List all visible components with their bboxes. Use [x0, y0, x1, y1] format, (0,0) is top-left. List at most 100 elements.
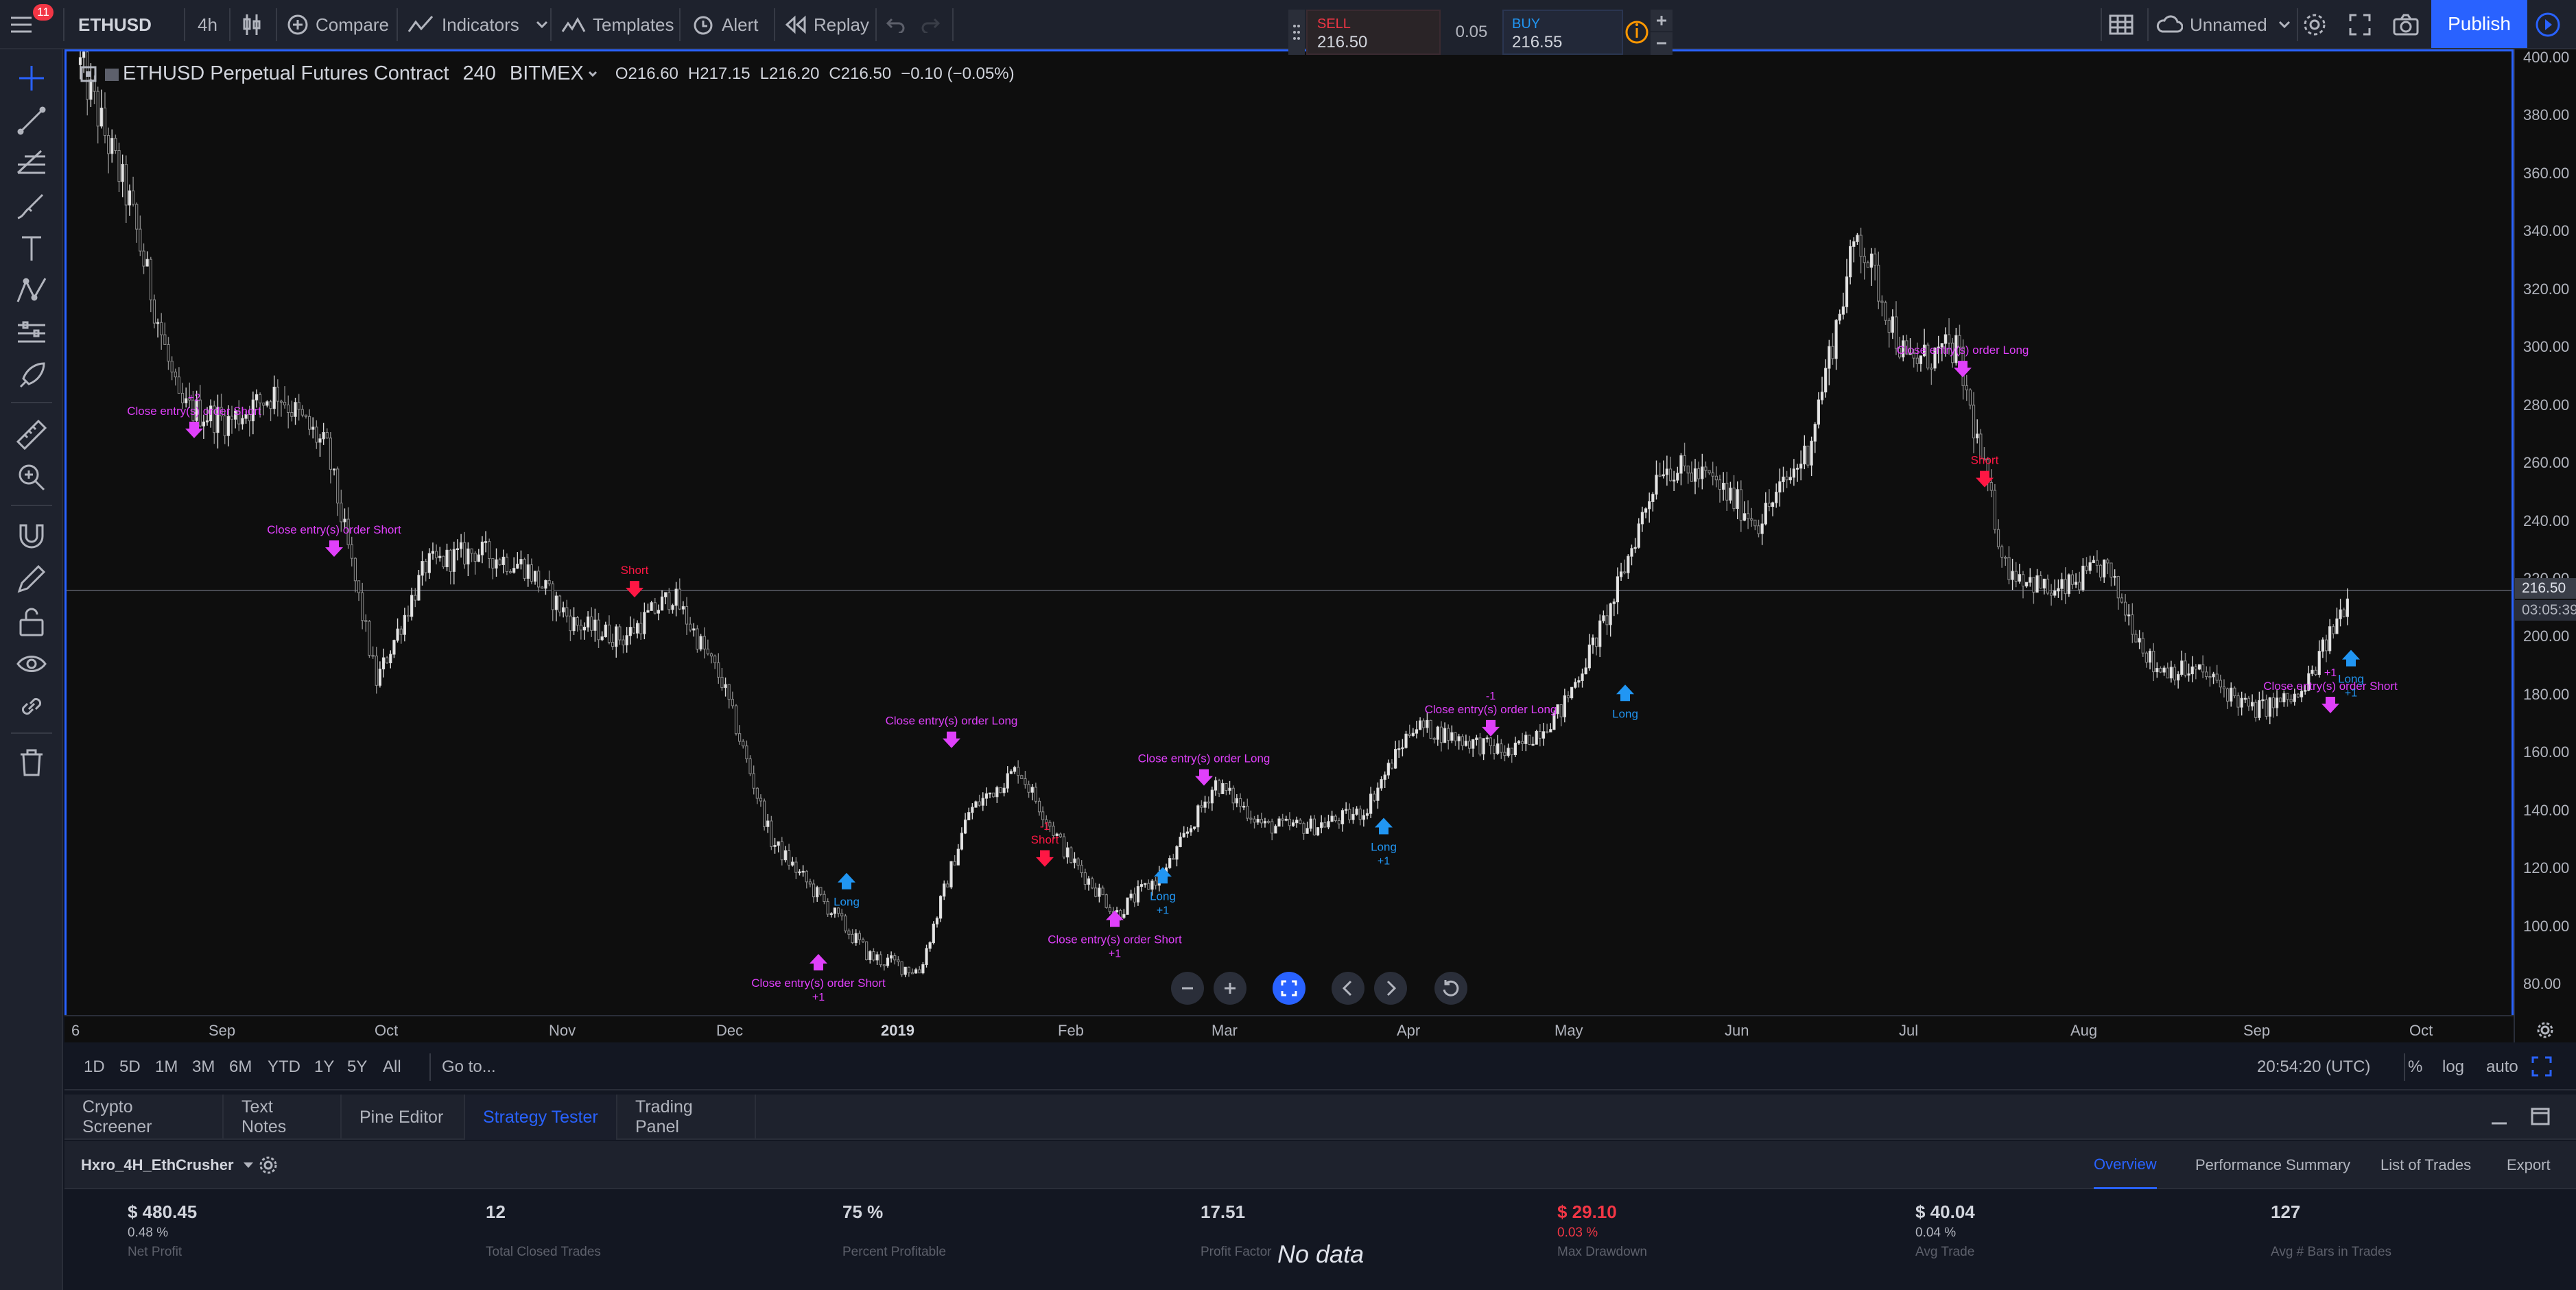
- templates-button[interactable]: Templates: [561, 0, 674, 49]
- publish-button[interactable]: Publish: [2431, 0, 2527, 48]
- collapse-legend-icon[interactable]: [80, 66, 97, 82]
- minimize-icon: [2492, 1122, 2507, 1125]
- chart-type-button[interactable]: [241, 0, 262, 49]
- symbol-search[interactable]: ETHUSD: [78, 0, 152, 49]
- range-button-1d[interactable]: 1D: [84, 1058, 105, 1077]
- undo-button[interactable]: [886, 0, 906, 49]
- strategy-order-marker[interactable]: Long: [834, 872, 860, 909]
- visibility-tool[interactable]: [15, 647, 48, 680]
- replay-play-button[interactable]: [2534, 0, 2562, 49]
- alert-button[interactable]: Alert: [692, 0, 758, 49]
- tab-text-notes[interactable]: Text Notes: [224, 1095, 342, 1140]
- range-button-ytd[interactable]: YTD: [268, 1058, 300, 1077]
- compare-button[interactable]: Compare: [287, 0, 389, 49]
- tab-overview[interactable]: Overview: [2094, 1141, 2157, 1189]
- quantity-decrease-button[interactable]: [1651, 32, 1673, 55]
- strategy-selector[interactable]: Hxro_4H_EthCrusher: [81, 1141, 255, 1189]
- strategy-order-marker[interactable]: Close entry(s) order Short+1: [2263, 667, 2398, 714]
- reset-chart-button[interactable]: [1434, 972, 1467, 1005]
- tab-pine-editor[interactable]: Pine Editor: [342, 1095, 465, 1140]
- reset-scale-button[interactable]: [1273, 972, 1305, 1005]
- sell-button[interactable]: SELL 216.50: [1306, 10, 1441, 55]
- scroll-left-button[interactable]: [1332, 972, 1364, 1005]
- log-scale-toggle[interactable]: log: [2442, 1058, 2464, 1077]
- tab-trading-panel[interactable]: Trading Panel: [617, 1095, 756, 1140]
- quantity-increase-button[interactable]: [1651, 10, 1673, 32]
- axis-settings-button[interactable]: [2536, 1020, 2555, 1040]
- strategy-order-marker[interactable]: Close entry(s) order Short+1: [1048, 910, 1182, 960]
- strategy-order-marker[interactable]: Short: [621, 564, 649, 598]
- snapshot-button[interactable]: [2393, 0, 2419, 49]
- text-tool[interactable]: [15, 232, 48, 265]
- strategy-order-marker[interactable]: Close entry(s) order Short+2: [127, 392, 261, 438]
- trendline-tool[interactable]: [15, 104, 48, 137]
- prediction-tool[interactable]: [15, 317, 48, 350]
- tab-performance-summary[interactable]: Performance Summary: [2195, 1141, 2350, 1189]
- minimize-panel-button[interactable]: [2489, 1107, 2509, 1127]
- tab-crypto-screener[interactable]: Crypto Screener: [64, 1095, 224, 1140]
- goto-button[interactable]: Go to...: [442, 1058, 496, 1077]
- buy-button[interactable]: BUY 216.55: [1502, 10, 1623, 55]
- ruler-tool[interactable]: [15, 418, 48, 451]
- scroll-right-button[interactable]: [1374, 972, 1407, 1005]
- strategy-settings-button[interactable]: [258, 1155, 279, 1175]
- tab-export[interactable]: Export: [2507, 1141, 2551, 1189]
- candle: [742, 739, 745, 749]
- candle: [587, 611, 590, 632]
- fullscreen-chart-button[interactable]: [2531, 1056, 2552, 1077]
- interval-button[interactable]: 4h: [198, 0, 217, 49]
- drag-handle[interactable]: [1288, 10, 1305, 55]
- tab-strategy-tester[interactable]: Strategy Tester: [465, 1095, 617, 1140]
- strategy-order-marker[interactable]: Long +1: [1150, 867, 1176, 916]
- magnet-tool[interactable]: [15, 520, 48, 553]
- redo-button[interactable]: [921, 0, 940, 49]
- range-button-6m[interactable]: 6M: [229, 1058, 252, 1077]
- layout-grid-button[interactable]: [2109, 0, 2134, 49]
- fib-tool[interactable]: [15, 147, 48, 180]
- range-button-1y[interactable]: 1Y: [314, 1058, 334, 1077]
- chevron-down-icon[interactable]: [588, 71, 598, 77]
- replay-button[interactable]: Replay: [785, 0, 869, 49]
- fullscreen-button[interactable]: [2349, 0, 2371, 49]
- zoom-in-button[interactable]: [1214, 972, 1246, 1005]
- maximize-panel-button[interactable]: [2530, 1107, 2551, 1127]
- settings-button[interactable]: [2302, 0, 2327, 49]
- zoom-out-button[interactable]: [1171, 972, 1204, 1005]
- chart-pane[interactable]: Close entry(s) order Short +2 Close entry(…: [64, 49, 2514, 1042]
- range-button-3m[interactable]: 3M: [192, 1058, 215, 1077]
- price-axis[interactable]: 400.00 380.00 360.00 340.00 320.00 300.00 280.…: [2514, 49, 2576, 1042]
- zoom-tool[interactable]: [15, 461, 48, 494]
- percent-scale-toggle[interactable]: %: [2408, 1058, 2422, 1077]
- menu-button[interactable]: 11: [10, 0, 54, 49]
- link-tool[interactable]: [15, 690, 48, 723]
- strategy-order-marker[interactable]: Close entry(s) order Short+1: [751, 953, 886, 1003]
- price-chart[interactable]: Close entry(s) order Short+2 Close entry(…: [67, 51, 2512, 1040]
- strategy-order-marker[interactable]: Long: [1612, 684, 1638, 720]
- range-button-5y[interactable]: 5Y: [347, 1058, 367, 1077]
- icons-tool[interactable]: [15, 359, 48, 392]
- range-button-5d[interactable]: 5D: [119, 1058, 141, 1077]
- info-button[interactable]: [1623, 10, 1651, 55]
- delete-tool[interactable]: [15, 746, 48, 779]
- layout-name-button[interactable]: Unnamed: [2155, 0, 2291, 49]
- utc-clock[interactable]: 20:54:20 (UTC): [2257, 1058, 2370, 1077]
- candle: [325, 428, 329, 439]
- strategy-order-marker[interactable]: Short: [1971, 454, 1999, 488]
- time-axis[interactable]: 6 Sep Oct Nov Dec 2019 Feb Mar Apr May Jun Jul Aug Se…: [64, 1015, 2514, 1042]
- range-button-1m[interactable]: 1M: [155, 1058, 178, 1077]
- strategy-order-marker[interactable]: Close entry(s) order Long: [886, 715, 1018, 748]
- indicators-button[interactable]: Indicators: [407, 0, 548, 49]
- brush-tool[interactable]: [15, 189, 48, 222]
- stay-drawing-tool[interactable]: [15, 562, 48, 595]
- legend-symbol[interactable]: ETHUSD Perpetual Futures Contract: [123, 62, 449, 85]
- auto-scale-toggle[interactable]: auto: [2486, 1058, 2518, 1077]
- range-button-all[interactable]: All: [383, 1058, 401, 1077]
- candle: [702, 627, 706, 659]
- crosshair-tool[interactable]: [15, 62, 48, 95]
- strategy-order-marker[interactable]: Long +1: [1371, 817, 1397, 868]
- strategy-order-marker[interactable]: Close entry(s) order Short: [267, 523, 401, 558]
- strategy-order-marker[interactable]: Close entry(s) order Long: [1138, 752, 1271, 786]
- tab-list-of-trades[interactable]: List of Trades: [2380, 1141, 2471, 1189]
- lock-tool[interactable]: [15, 605, 48, 638]
- pattern-tool[interactable]: [15, 274, 48, 307]
